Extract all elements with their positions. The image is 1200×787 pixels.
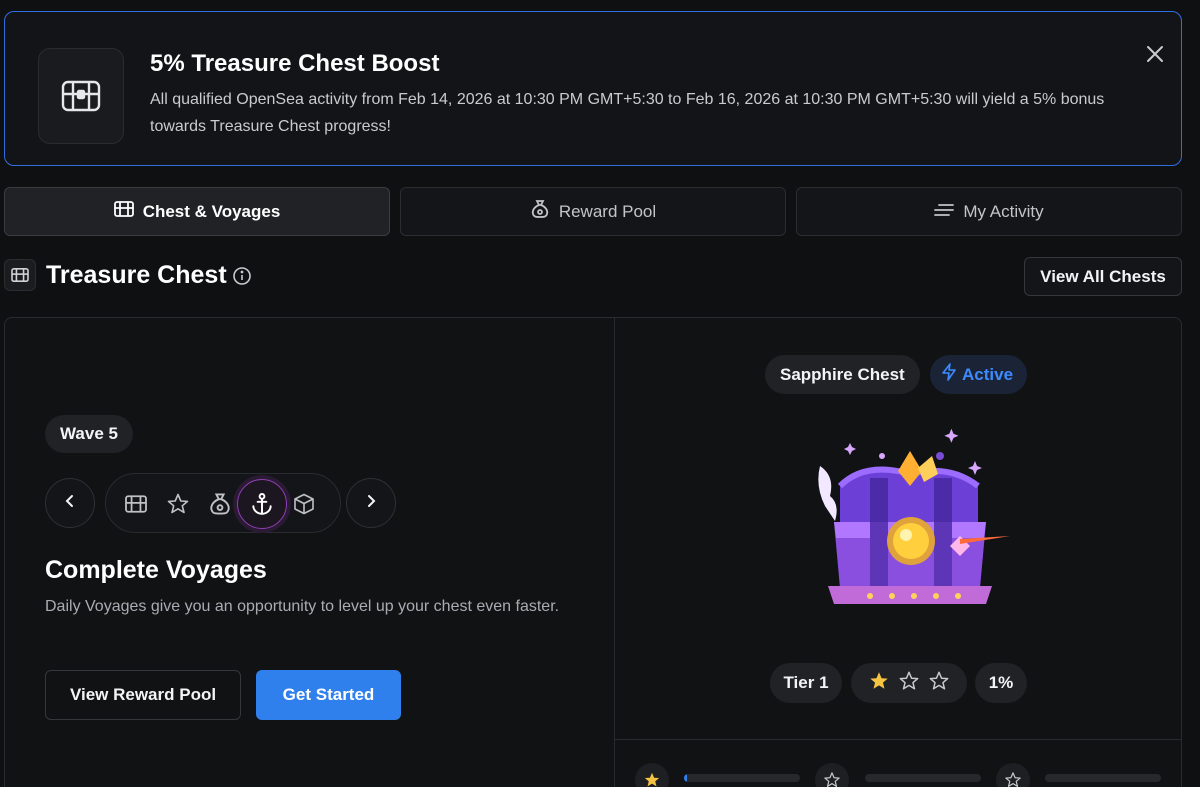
sapphire-chest-image xyxy=(810,426,1010,611)
chest-icon xyxy=(113,200,134,223)
lightning-icon xyxy=(942,363,956,386)
progress-bar xyxy=(1045,774,1161,782)
progress-bar-fill xyxy=(684,774,688,782)
money-bag-icon xyxy=(530,199,550,224)
progress-bar xyxy=(684,774,800,782)
progress-bar xyxy=(865,774,981,782)
list-icon xyxy=(934,202,955,222)
star-filled-icon xyxy=(868,670,890,697)
section-header: Treasure Chest View All Chests xyxy=(4,257,1182,297)
banner-description: All qualified OpenSea activity from Feb … xyxy=(150,91,1105,135)
chest-name-badge: Sapphire Chest xyxy=(765,355,920,394)
star-empty-icon xyxy=(898,670,920,697)
tab-bar: Chest & Voyages Reward Pool My Activity xyxy=(4,187,1182,236)
voyage-title: Complete Voyages xyxy=(45,556,267,584)
tab-reward-pool[interactable]: Reward Pool xyxy=(400,187,786,236)
treasure-chest-icon xyxy=(38,48,124,144)
divider xyxy=(615,739,1181,740)
chest-panel: Wave 5 Complete Voyages Daily Voyages gi… xyxy=(4,317,1182,787)
chest-display: Sapphire Chest Active Tier 1 1% xyxy=(615,318,1181,787)
banner-title: 5% Treasure Chest Boost xyxy=(150,50,440,77)
close-icon[interactable] xyxy=(1141,40,1169,68)
voyage-description: Daily Voyages give you an opportunity to… xyxy=(45,598,560,615)
chevron-right-icon xyxy=(365,494,377,513)
get-started-button[interactable]: Get Started xyxy=(256,670,401,720)
voyage-icon-strip xyxy=(105,473,341,533)
tab-my-activity[interactable]: My Activity xyxy=(796,187,1182,236)
progress-percent-badge: 1% xyxy=(975,663,1027,703)
status-label: Active xyxy=(962,364,1014,384)
box-icon[interactable] xyxy=(279,479,329,529)
status-badge: Active xyxy=(930,355,1028,394)
chest-icon xyxy=(4,259,36,291)
next-button[interactable] xyxy=(346,478,396,528)
tab-label: Reward Pool xyxy=(558,201,657,221)
star-empty-icon xyxy=(928,670,950,697)
tier-badge: Tier 1 xyxy=(770,663,842,703)
view-all-chests-button[interactable]: View All Chests xyxy=(1024,257,1182,296)
tab-label: My Activity xyxy=(963,201,1044,221)
boost-banner: 5% Treasure Chest Boost All qualified Op… xyxy=(4,11,1182,166)
chevron-left-icon xyxy=(64,494,76,513)
tab-chest-voyages[interactable]: Chest & Voyages xyxy=(4,187,390,236)
tab-label: Chest & Voyages xyxy=(142,201,281,221)
star-rating xyxy=(851,663,967,703)
info-icon[interactable] xyxy=(232,266,252,286)
wave-badge: Wave 5 xyxy=(45,415,133,453)
view-reward-pool-button[interactable]: View Reward Pool xyxy=(45,670,241,720)
previous-button[interactable] xyxy=(45,478,95,528)
page-title: Treasure Chest xyxy=(46,261,227,289)
